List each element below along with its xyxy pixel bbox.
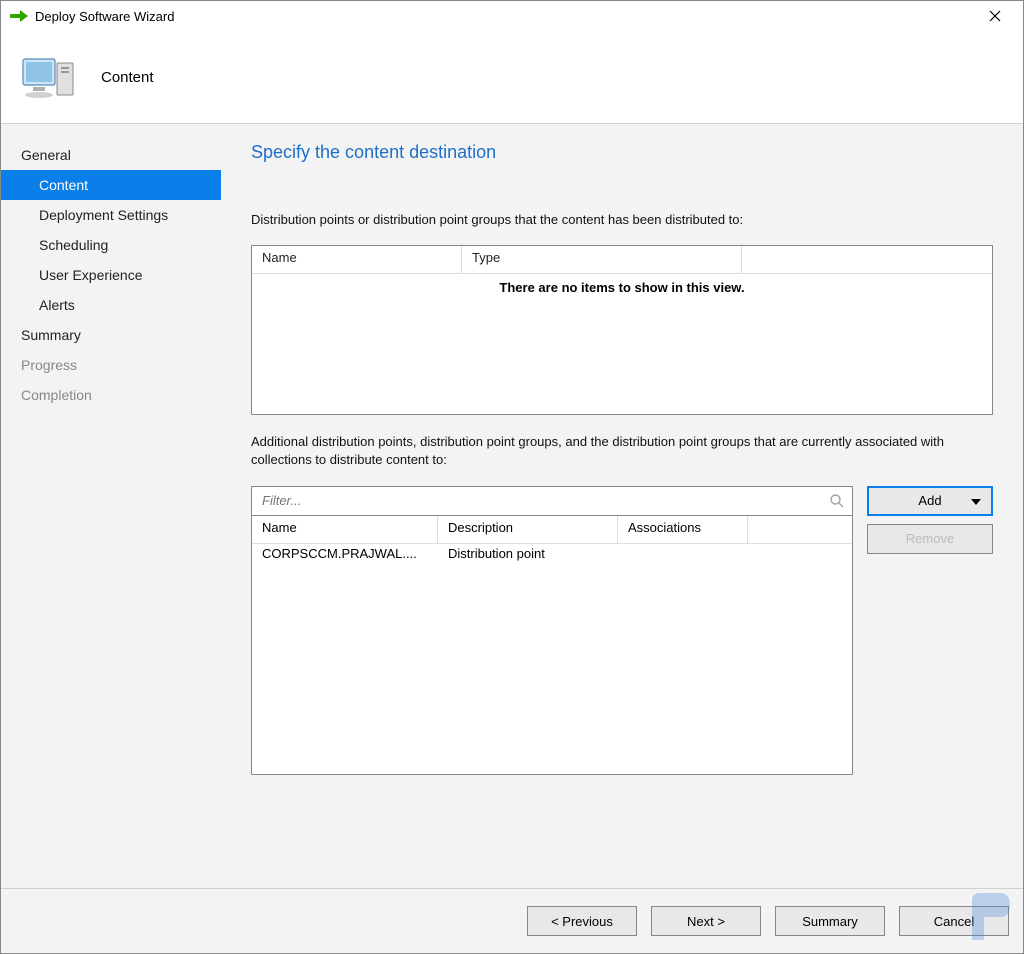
sidebar-item-deployment-settings[interactable]: Deployment Settings [1,200,221,230]
wizard-body: General Content Deployment Settings Sche… [1,123,1023,889]
summary-button[interactable]: Summary [775,906,885,936]
cancel-button[interactable]: Cancel [899,906,1009,936]
next-button[interactable]: Next > [651,906,761,936]
desc-distributed-to: Distribution points or distribution poin… [251,211,993,229]
titlebar: Deploy Software Wizard [1,1,1023,31]
cell-name: CORPSCCM.PRAJWAL.... [252,544,438,568]
additional-table-header: Name Description Associations [252,516,852,544]
wizard-arrow-icon [9,6,29,26]
additional-table[interactable]: Name Description Associations CORPSCCM.P… [251,515,853,775]
additional-left: Name Description Associations CORPSCCM.P… [251,486,853,775]
cell-description: Distribution point [438,544,618,568]
computer-icon [21,49,77,105]
cell-associations [618,544,748,568]
table-empty-message: There are no items to show in this view. [252,274,992,301]
search-icon[interactable] [828,492,846,510]
desc-additional: Additional distribution points, distribu… [251,433,993,469]
header-title: Content [101,69,154,86]
sidebar-item-content[interactable]: Content [1,170,221,200]
table-row[interactable]: CORPSCCM.PRAJWAL.... Distribution point [252,544,852,568]
col2-description[interactable]: Description [438,516,618,544]
distributed-table[interactable]: Name Type There are no items to show in … [251,245,993,415]
filter-input[interactable] [260,492,828,509]
previous-button[interactable]: < Previous [527,906,637,936]
content-panel: Specify the content destination Distribu… [221,124,1023,888]
remove-button: Remove [867,524,993,554]
window-title: Deploy Software Wizard [35,9,174,24]
sidebar-item-user-experience[interactable]: User Experience [1,260,221,290]
col2-associations[interactable]: Associations [618,516,748,544]
additional-area: Name Description Associations CORPSCCM.P… [251,486,993,775]
sidebar-item-alerts[interactable]: Alerts [1,290,221,320]
side-buttons: Add Remove [867,486,993,775]
sidebar-item-summary[interactable]: Summary [1,320,221,350]
filter-row [251,486,853,516]
distributed-table-header: Name Type [252,246,992,274]
col2-spacer [748,516,852,544]
col-name[interactable]: Name [252,246,462,274]
sidebar-item-completion: Completion [1,380,221,410]
wizard-footer: < Previous Next > Summary Cancel [1,889,1023,953]
sidebar-item-scheduling[interactable]: Scheduling [1,230,221,260]
sidebar-item-general[interactable]: General [1,140,221,170]
col-spacer [742,246,992,274]
page-heading: Specify the content destination [251,142,993,163]
add-button[interactable]: Add [867,486,993,516]
sidebar-item-progress: Progress [1,350,221,380]
col2-name[interactable]: Name [252,516,438,544]
close-button[interactable] [975,2,1015,30]
wizard-sidebar: General Content Deployment Settings Sche… [1,124,221,888]
col-type[interactable]: Type [462,246,742,274]
wizard-header: Content [1,31,1023,123]
